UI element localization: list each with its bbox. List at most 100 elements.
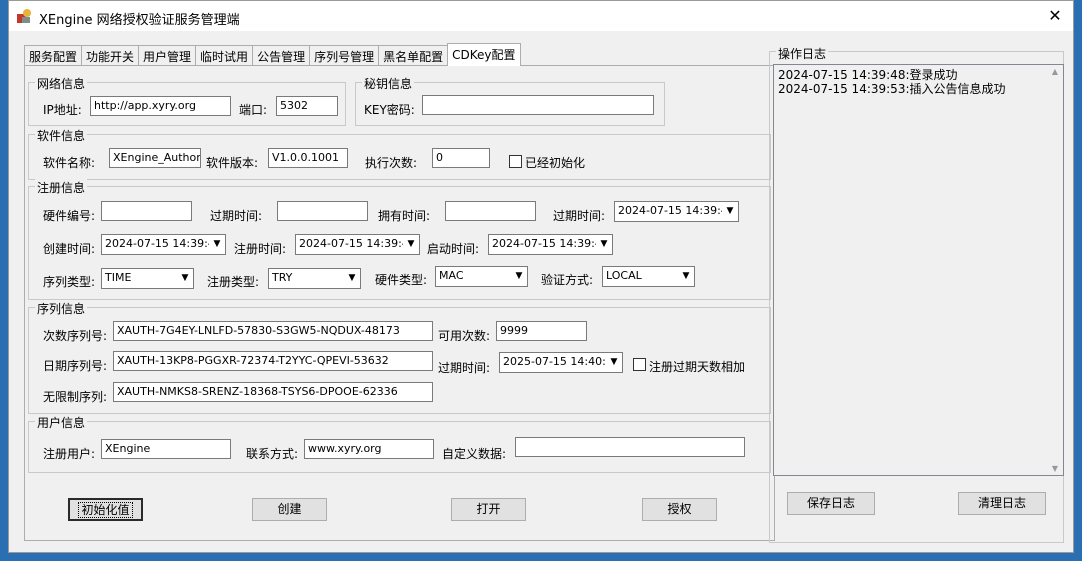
exec-count-label: 执行次数: xyxy=(365,156,418,170)
open-button[interactable]: 打开 xyxy=(451,498,526,521)
expire-date-picker[interactable]: 2024-07-15 14:39:47 ▼ xyxy=(614,201,739,222)
expire-date-value: 2024-07-15 14:39:47 xyxy=(618,204,735,217)
tab-user-management[interactable]: 用户管理 xyxy=(138,45,197,65)
authorize-button[interactable]: 授权 xyxy=(642,498,717,521)
own-time-input[interactable] xyxy=(445,201,536,221)
hw-type-value: MAC xyxy=(439,269,464,282)
reg-type-select[interactable]: TRY ▼ xyxy=(268,268,361,289)
tab-strip: 服务配置 功能开关 用户管理 临时试用 公告管理 序列号管理 黑名单配置 CDK… xyxy=(24,43,521,66)
reg-time-picker[interactable]: 2024-07-15 14:39:47 ▼ xyxy=(295,234,420,255)
expire-time-label: 过期时间: xyxy=(210,209,263,223)
port-input[interactable]: 5302 xyxy=(276,96,338,116)
software-group: 软件信息 软件名称: XEngine_Authorze 软件版本: V1.0.0… xyxy=(28,127,771,180)
app-icon xyxy=(17,9,31,23)
initialized-label: 已经初始化 xyxy=(525,156,586,170)
log-group-title: 操作日志 xyxy=(776,45,829,62)
software-name-label: 软件名称: xyxy=(43,156,96,170)
log-line: 2024-07-15 14:39:53:插入公告信息成功 xyxy=(778,82,1006,96)
serial-group-title: 序列信息 xyxy=(35,300,88,317)
clear-log-button[interactable]: 清理日志 xyxy=(958,492,1046,515)
ip-label: IP地址: xyxy=(43,103,82,117)
unlimited-serial-input[interactable]: XAUTH-NMKS8-SRENZ-18368-TSYS6-DPOOE-6233… xyxy=(113,382,433,402)
add-days-checkbox[interactable] xyxy=(633,358,646,371)
close-icon[interactable]: ✕ xyxy=(1045,6,1065,26)
user-group: 用户信息 注册用户: XEngine 联系方式: www.xyry.org 自定… xyxy=(28,414,771,473)
start-time-picker[interactable]: 2024-07-15 14:39:47 ▼ xyxy=(488,234,613,255)
start-time-value: 2024-07-15 14:39:47 xyxy=(492,237,609,250)
scroll-up-icon[interactable]: ▲ xyxy=(1047,67,1063,76)
chevron-down-icon: ▼ xyxy=(511,267,527,286)
software-name-input[interactable]: XEngine_Authorze xyxy=(109,148,201,168)
log-list[interactable]: 2024-07-15 14:39:48:登录成功 2024-07-15 14:3… xyxy=(773,64,1064,476)
chevron-down-icon: ▼ xyxy=(606,353,622,372)
contact-input[interactable]: www.xyry.org xyxy=(304,439,434,459)
secret-group-title: 秘钥信息 xyxy=(362,75,415,92)
init-button[interactable]: 初始化值 xyxy=(68,498,143,521)
window-title: XEngine 网络授权验证服务管理端 xyxy=(39,13,240,28)
custom-data-label: 自定义数据: xyxy=(442,447,507,461)
ip-input[interactable]: http://app.xyry.org xyxy=(90,96,231,116)
software-group-title: 软件信息 xyxy=(35,127,88,144)
reg-type-value: TRY xyxy=(272,271,293,284)
tab-cdkey-config[interactable]: CDKey配置 xyxy=(447,43,521,66)
key-label: KEY密码: xyxy=(364,103,415,117)
tab-service-config[interactable]: 服务配置 xyxy=(24,45,83,65)
chevron-down-icon: ▼ xyxy=(177,269,193,288)
network-group-title: 网络信息 xyxy=(35,75,88,92)
save-log-button[interactable]: 保存日志 xyxy=(787,492,875,515)
unlimited-serial-label: 无限制序列: xyxy=(43,390,108,404)
user-group-title: 用户信息 xyxy=(35,414,88,431)
reg-type-label: 注册类型: xyxy=(207,275,260,289)
secret-group: 秘钥信息 KEY密码: xyxy=(355,75,665,126)
network-group: 网络信息 IP地址: http://app.xyry.org 端口: 5302 xyxy=(28,75,346,126)
scroll-down-icon[interactable]: ▼ xyxy=(1047,464,1063,473)
create-button[interactable]: 创建 xyxy=(252,498,327,521)
count-serial-input[interactable]: XAUTH-7G4EY-LNLFD-57830-S3GW5-NQDUX-4817… xyxy=(113,321,433,341)
register-group-title: 注册信息 xyxy=(35,179,88,196)
software-version-input[interactable]: V1.0.0.1001 xyxy=(268,148,348,168)
start-time-label: 启动时间: xyxy=(427,242,480,256)
serial-group: 序列信息 次数序列号: XAUTH-7G4EY-LNLFD-57830-S3GW… xyxy=(28,300,771,414)
chevron-down-icon: ▼ xyxy=(344,269,360,288)
verify-value: LOCAL xyxy=(606,269,642,282)
reg-time-label: 注册时间: xyxy=(234,242,287,256)
software-version-label: 软件版本: xyxy=(206,156,259,170)
verify-select[interactable]: LOCAL ▼ xyxy=(602,266,695,287)
serial-type-select[interactable]: TIME ▼ xyxy=(101,268,194,289)
serial-expire-picker[interactable]: 2025-07-15 14:40:18 ▼ xyxy=(499,352,623,373)
chevron-down-icon: ▼ xyxy=(596,235,612,254)
reg-time-value: 2024-07-15 14:39:47 xyxy=(299,237,416,250)
key-input[interactable] xyxy=(422,95,654,115)
tab-temporary-trial[interactable]: 临时试用 xyxy=(195,45,254,65)
contact-label: 联系方式: xyxy=(246,447,299,461)
date-serial-input[interactable]: XAUTH-13KP8-PGGXR-72374-T2YYC-QPEVI-5363… xyxy=(113,351,433,371)
serial-expire-value: 2025-07-15 14:40:18 xyxy=(503,355,620,368)
create-time-label: 创建时间: xyxy=(43,242,96,256)
reg-user-input[interactable]: XEngine xyxy=(101,439,231,459)
tab-blacklist-config[interactable]: 黑名单配置 xyxy=(378,45,449,65)
tab-notice-management[interactable]: 公告管理 xyxy=(252,45,311,65)
custom-data-input[interactable] xyxy=(515,437,745,457)
initialized-checkbox[interactable] xyxy=(509,155,522,168)
exec-count-input[interactable]: 0 xyxy=(432,148,490,168)
chevron-down-icon: ▼ xyxy=(678,267,694,286)
tab-feature-switch[interactable]: 功能开关 xyxy=(81,45,140,65)
avail-count-label: 可用次数: xyxy=(438,329,491,343)
port-label: 端口: xyxy=(239,103,268,117)
cdkey-tab-panel: 网络信息 IP地址: http://app.xyry.org 端口: 5302 … xyxy=(24,65,775,541)
avail-count-input[interactable]: 9999 xyxy=(496,321,587,341)
tab-serial-management[interactable]: 序列号管理 xyxy=(309,45,380,65)
log-scrollbar[interactable]: ▲ ▼ xyxy=(1047,65,1063,475)
init-button-label: 初始化值 xyxy=(78,502,133,518)
count-serial-label: 次数序列号: xyxy=(43,329,108,343)
hw-type-select[interactable]: MAC ▼ xyxy=(435,266,528,287)
hwcode-input[interactable] xyxy=(101,201,192,221)
add-days-label: 注册过期天数相加 xyxy=(649,360,746,374)
hw-type-label: 硬件类型: xyxy=(375,273,428,287)
create-time-picker[interactable]: 2024-07-15 14:39:47 ▼ xyxy=(101,234,226,255)
hwcode-label: 硬件编号: xyxy=(43,209,96,223)
register-group: 注册信息 硬件编号: 过期时间: 拥有时间: 过期时间: 2024-07-15 … xyxy=(28,179,771,300)
chevron-down-icon: ▼ xyxy=(403,235,419,254)
expire-time-input[interactable] xyxy=(277,201,368,221)
chevron-down-icon: ▼ xyxy=(209,235,225,254)
